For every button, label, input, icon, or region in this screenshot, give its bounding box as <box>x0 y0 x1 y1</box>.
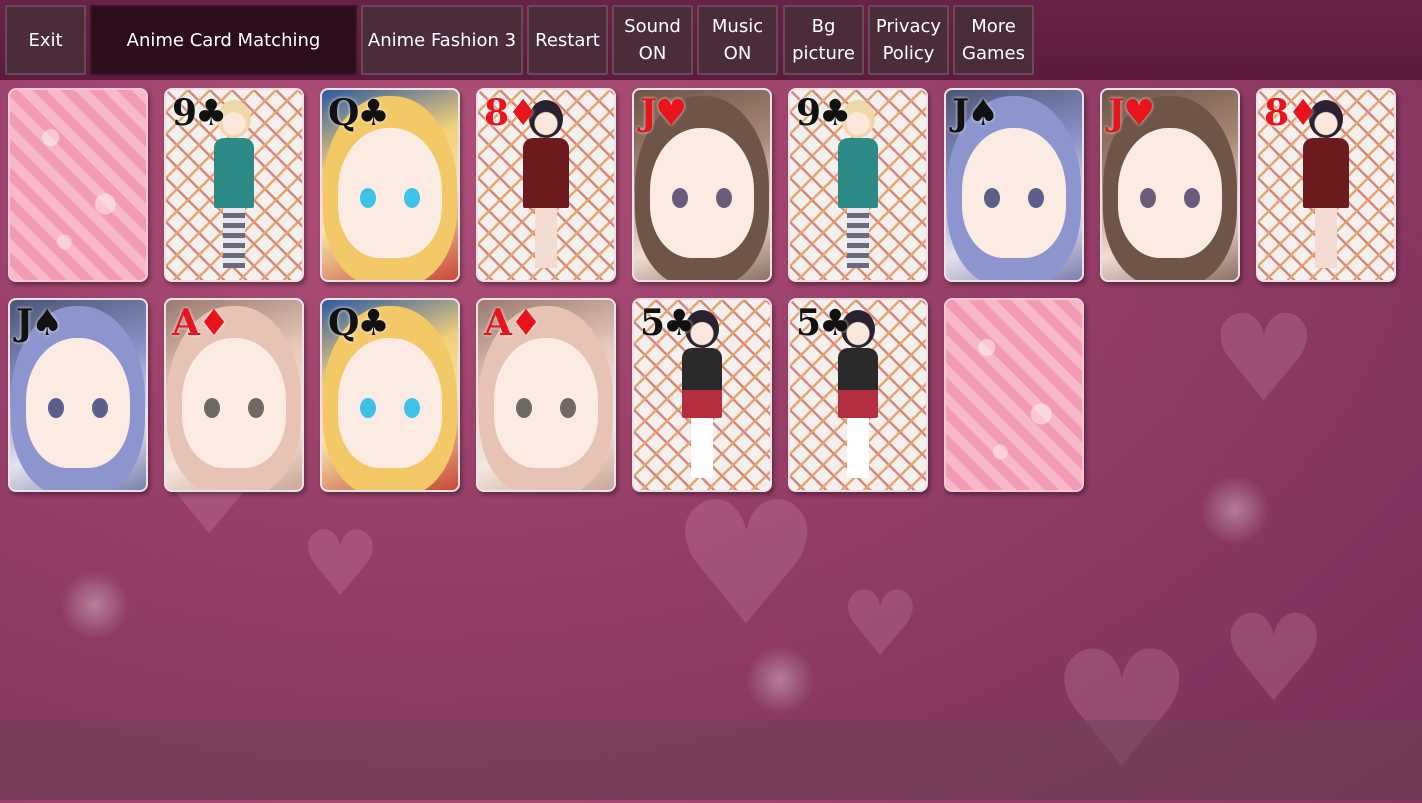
card-face[interactable]: 9♣ <box>788 88 928 282</box>
character-face <box>182 338 286 468</box>
character-eye <box>360 398 376 418</box>
card-face[interactable]: Q♣ <box>320 298 460 492</box>
character-body <box>682 348 722 418</box>
character-face <box>338 338 442 468</box>
card-rank-label: A♦ <box>172 302 230 344</box>
character-eye <box>92 398 108 418</box>
character-eye <box>1140 188 1156 208</box>
sparkle-icon <box>60 570 130 640</box>
character-eye <box>1184 188 1200 208</box>
restart-button[interactable]: Restart <box>527 5 608 75</box>
heart-icon: ♥ <box>300 512 381 617</box>
heart-icon: ♥ <box>1220 590 1328 729</box>
card-rank-label: 5♣ <box>640 302 695 344</box>
character-body <box>838 348 878 418</box>
character-face <box>494 338 598 468</box>
card-rank-label: 8♦ <box>1264 92 1319 134</box>
top-toolbar: Exit Anime Card Matching Anime Fashion 3… <box>0 0 1422 80</box>
character-body <box>214 138 254 208</box>
card-rank-label: J♥ <box>640 92 687 134</box>
character-eye <box>1028 188 1044 208</box>
card-rank-label: A♦ <box>484 302 542 344</box>
card-face[interactable]: 8♦ <box>1256 88 1396 282</box>
character-eye <box>404 188 420 208</box>
card-face[interactable]: J♥ <box>632 88 772 282</box>
character-face <box>26 338 130 468</box>
card-rank-label: 9♣ <box>796 92 851 134</box>
card-rank-label: 5♣ <box>796 302 851 344</box>
character-eye <box>248 398 264 418</box>
music-toggle-button[interactable]: Music ON <box>697 5 778 75</box>
character-body <box>1303 138 1349 208</box>
heart-icon: ♥ <box>840 572 921 677</box>
card-face[interactable]: J♠ <box>8 298 148 492</box>
character-eye <box>716 188 732 208</box>
sparkle-icon <box>1200 475 1270 545</box>
card-rank-label: J♥ <box>1108 92 1155 134</box>
character-eye <box>560 398 576 418</box>
bg-picture-button[interactable]: Bg picture <box>783 5 864 75</box>
card-rank-label: J♠ <box>16 302 63 344</box>
sound-toggle-button[interactable]: Sound ON <box>612 5 693 75</box>
character-eye <box>204 398 220 418</box>
card-face[interactable]: J♠ <box>944 88 1084 282</box>
card-back[interactable] <box>8 88 148 282</box>
heart-icon: ♥ <box>1210 290 1318 429</box>
card-face[interactable]: 5♣ <box>788 298 928 492</box>
character-body <box>523 138 569 208</box>
more-games-button[interactable]: More Games <box>953 5 1034 75</box>
card-rank-label: J♠ <box>952 92 999 134</box>
heart-icon: ♥ <box>670 466 823 664</box>
character-eye <box>672 188 688 208</box>
card-rank-label: Q♣ <box>328 302 390 344</box>
card-face[interactable]: 8♦ <box>476 88 616 282</box>
character-face <box>962 128 1066 258</box>
anime-fashion-3-button[interactable]: Anime Fashion 3 <box>361 5 523 75</box>
card-rank-label: Q♣ <box>328 92 390 134</box>
card-back[interactable] <box>944 298 1084 492</box>
character-legs <box>691 418 713 478</box>
character-face <box>650 128 754 258</box>
card-face[interactable]: A♦ <box>476 298 616 492</box>
character-legs <box>535 208 557 268</box>
card-face[interactable]: A♦ <box>164 298 304 492</box>
character-face <box>338 128 442 258</box>
character-legs <box>223 208 245 268</box>
character-eye <box>516 398 532 418</box>
character-face <box>1118 128 1222 258</box>
card-rank-label: 8♦ <box>484 92 539 134</box>
game-title: Anime Card Matching <box>90 5 357 75</box>
sparkle-icon <box>745 645 815 715</box>
card-rank-label: 9♣ <box>172 92 227 134</box>
character-eye <box>984 188 1000 208</box>
character-eye <box>404 398 420 418</box>
card-face[interactable]: J♥ <box>1100 88 1240 282</box>
privacy-policy-button[interactable]: Privacy Policy <box>868 5 949 75</box>
character-eye <box>48 398 64 418</box>
exit-button[interactable]: Exit <box>5 5 86 75</box>
character-legs <box>1315 208 1337 268</box>
bottom-bar <box>0 720 1422 800</box>
card-face[interactable]: 9♣ <box>164 88 304 282</box>
character-body <box>838 138 878 208</box>
character-legs <box>847 418 869 478</box>
character-legs <box>847 208 869 268</box>
character-eye <box>360 188 376 208</box>
card-face[interactable]: 5♣ <box>632 298 772 492</box>
card-face[interactable]: Q♣ <box>320 88 460 282</box>
